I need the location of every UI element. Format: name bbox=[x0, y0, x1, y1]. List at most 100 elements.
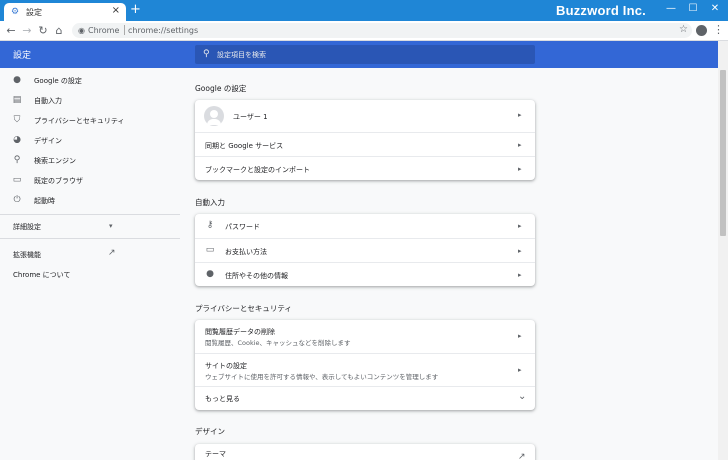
sidebar-item-label: プライバシーとセキュリティ bbox=[34, 117, 125, 125]
clear-browsing-data-row[interactable]: 閲覧履歴データの削除 閲覧履歴、Cookie、キャッシュなどを削除します ▸ bbox=[195, 320, 535, 353]
section-title-privacy: プライバシーとセキュリティ bbox=[195, 304, 292, 313]
payments-row[interactable]: ▭ お支払い方法 ▸ bbox=[195, 238, 535, 262]
sidebar-item-autofill[interactable]: ▤ 自動入力 bbox=[0, 91, 180, 111]
maximize-button[interactable]: ☐ bbox=[684, 2, 702, 16]
clipboard-icon: ▤ bbox=[12, 95, 22, 105]
addresses-label: 住所やその他の情報 bbox=[225, 272, 288, 280]
chevron-right-icon: ▸ bbox=[518, 366, 522, 374]
addresses-row[interactable]: ● 住所やその他の情報 ▸ bbox=[195, 262, 535, 286]
search-placeholder: 設定項目を検索 bbox=[217, 51, 266, 59]
site-settings-label: サイトの設定 bbox=[205, 362, 247, 370]
settings-search-input[interactable]: ⚲ 設定項目を検索 bbox=[195, 45, 535, 64]
sync-label: 同期と Google サービス bbox=[205, 142, 284, 150]
passwords-row[interactable]: ⚷ パスワード ▸ bbox=[195, 214, 535, 238]
site-label: Chrome bbox=[88, 26, 120, 35]
sidebar-item-about[interactable]: Chrome について bbox=[13, 270, 70, 280]
passwords-label: パスワード bbox=[225, 223, 260, 231]
theme-row[interactable]: テーマ ↗ bbox=[195, 444, 535, 460]
key-icon: ⚷ bbox=[206, 220, 214, 230]
person-icon: ● bbox=[13, 75, 21, 85]
reload-button[interactable]: ↻ bbox=[36, 24, 50, 38]
avatar bbox=[204, 106, 224, 126]
palette-icon: ◕ bbox=[13, 135, 21, 145]
settings-header: 設定 ⚲ 設定項目を検索 bbox=[0, 41, 728, 68]
search-icon: ⚲ bbox=[13, 155, 21, 165]
credit-card-icon: ▭ bbox=[205, 245, 215, 255]
appearance-card: テーマ ↗ bbox=[195, 444, 535, 460]
tab-title: 設定 bbox=[26, 8, 42, 17]
power-icon: ⏻ bbox=[13, 195, 21, 205]
section-title-autofill: 自動入力 bbox=[195, 198, 225, 207]
minimize-button[interactable]: — bbox=[662, 2, 680, 16]
user-row[interactable]: ユーザー 1 ▸ bbox=[195, 100, 535, 132]
open-external-icon[interactable]: ↗ bbox=[518, 452, 526, 460]
settings-main: ● Google の設定 ▤ 自動入力 ⛉ プライバシーとセキュリティ ◕ デザ… bbox=[0, 68, 718, 460]
bookmark-star-icon[interactable]: ☆ bbox=[679, 24, 688, 36]
scrollbar-thumb[interactable] bbox=[720, 70, 726, 236]
gear-icon: ⚙ bbox=[11, 7, 20, 17]
chevron-down-icon[interactable]: ▾ bbox=[109, 222, 113, 230]
sidebar-item-label: 起動時 bbox=[34, 197, 55, 205]
open-external-icon[interactable]: ↗ bbox=[108, 248, 116, 258]
chevron-right-icon: ▸ bbox=[518, 271, 522, 279]
omnibox-divider bbox=[124, 25, 125, 35]
site-settings-row[interactable]: サイトの設定 ウェブサイトに使用を許可する情報や、表示してもよいコンテンツを管理… bbox=[195, 353, 535, 386]
sidebar-divider bbox=[0, 214, 180, 215]
sidebar-item-label: 既定のブラウザ bbox=[34, 177, 83, 185]
address-bar[interactable]: ◉ Chrome chrome://settings ☆ bbox=[72, 23, 692, 38]
google-settings-card: ユーザー 1 ▸ 同期と Google サービス ▸ ブックマークと設定のインポ… bbox=[195, 100, 535, 180]
sidebar-divider bbox=[0, 238, 180, 239]
more-label: もっと見る bbox=[205, 395, 240, 403]
close-window-button[interactable]: ✕ bbox=[706, 2, 724, 16]
profile-avatar-icon[interactable] bbox=[696, 25, 707, 36]
more-row[interactable]: もっと見る ⌄ bbox=[195, 386, 535, 410]
new-tab-button[interactable]: + bbox=[130, 3, 141, 17]
browser-icon: ▭ bbox=[12, 175, 22, 185]
browser-menu-icon[interactable]: ⋮ bbox=[713, 23, 724, 37]
tab-close-icon[interactable]: × bbox=[112, 5, 120, 16]
url-text[interactable]: chrome://settings bbox=[128, 25, 198, 36]
chevron-right-icon: ▸ bbox=[518, 332, 522, 340]
autofill-card: ⚷ パスワード ▸ ▭ お支払い方法 ▸ ● 住所やその他の情報 ▸ bbox=[195, 214, 535, 286]
chrome-site-icon: ◉ bbox=[78, 26, 85, 35]
forward-button[interactable]: → bbox=[20, 24, 34, 38]
sync-row[interactable]: 同期と Google サービス ▸ bbox=[195, 132, 535, 156]
section-title-google: Google の設定 bbox=[195, 84, 247, 93]
import-label: ブックマークと設定のインポート bbox=[205, 166, 310, 174]
privacy-card: 閲覧履歴データの削除 閲覧履歴、Cookie、キャッシュなどを削除します ▸ サ… bbox=[195, 320, 535, 410]
clear-browsing-data-desc: 閲覧履歴、Cookie、キャッシュなどを削除します bbox=[205, 339, 351, 347]
chevron-right-icon: ▸ bbox=[518, 247, 522, 255]
user-name: ユーザー 1 bbox=[233, 113, 268, 121]
site-settings-desc: ウェブサイトに使用を許可する情報や、表示してもよいコンテンツを管理します bbox=[205, 373, 439, 381]
chevron-down-icon: ⌄ bbox=[518, 391, 527, 402]
brand-watermark: Buzzword Inc. bbox=[556, 3, 646, 18]
page-title: 設定 bbox=[13, 51, 32, 61]
payments-label: お支払い方法 bbox=[225, 248, 267, 256]
sidebar-item-label: デザイン bbox=[34, 137, 62, 145]
search-icon: ⚲ bbox=[203, 49, 210, 59]
sidebar-item-on-startup[interactable]: ⏻ 起動時 bbox=[0, 191, 180, 211]
home-button[interactable]: ⌂ bbox=[52, 24, 66, 38]
sidebar-item-extensions[interactable]: 拡張機能 bbox=[13, 250, 41, 260]
sidebar-item-privacy[interactable]: ⛉ プライバシーとセキュリティ bbox=[0, 111, 180, 131]
sidebar-item-default-browser[interactable]: ▭ 既定のブラウザ bbox=[0, 171, 180, 191]
shield-icon: ⛉ bbox=[13, 115, 21, 125]
sidebar-item-label: 自動入力 bbox=[34, 97, 62, 105]
import-row[interactable]: ブックマークと設定のインポート ▸ bbox=[195, 156, 535, 180]
location-pin-icon: ● bbox=[206, 269, 214, 279]
chevron-right-icon: ▸ bbox=[518, 165, 522, 173]
chevron-right-icon: ▸ bbox=[518, 222, 522, 230]
sidebar-item-google[interactable]: ● Google の設定 bbox=[0, 71, 180, 91]
title-bar: ⚙ 設定 × + Buzzword Inc. — ☐ ✕ bbox=[0, 0, 728, 22]
sidebar-item-appearance[interactable]: ◕ デザイン bbox=[0, 131, 180, 151]
sidebar-item-label: Google の設定 bbox=[34, 77, 82, 85]
clear-browsing-data-label: 閲覧履歴データの削除 bbox=[205, 328, 275, 336]
theme-label: テーマ bbox=[205, 450, 226, 458]
back-button[interactable]: ← bbox=[4, 24, 18, 38]
chevron-right-icon: ▸ bbox=[518, 141, 522, 149]
browser-toolbar: ← → ↻ ⌂ ◉ Chrome chrome://settings ☆ ⋮ bbox=[0, 21, 728, 41]
tab-settings[interactable]: ⚙ 設定 × bbox=[4, 3, 126, 22]
sidebar-item-search-engine[interactable]: ⚲ 検索エンジン bbox=[0, 151, 180, 171]
sidebar-item-advanced[interactable]: 詳細設定 bbox=[13, 222, 41, 232]
section-title-appearance: デザイン bbox=[195, 427, 225, 436]
